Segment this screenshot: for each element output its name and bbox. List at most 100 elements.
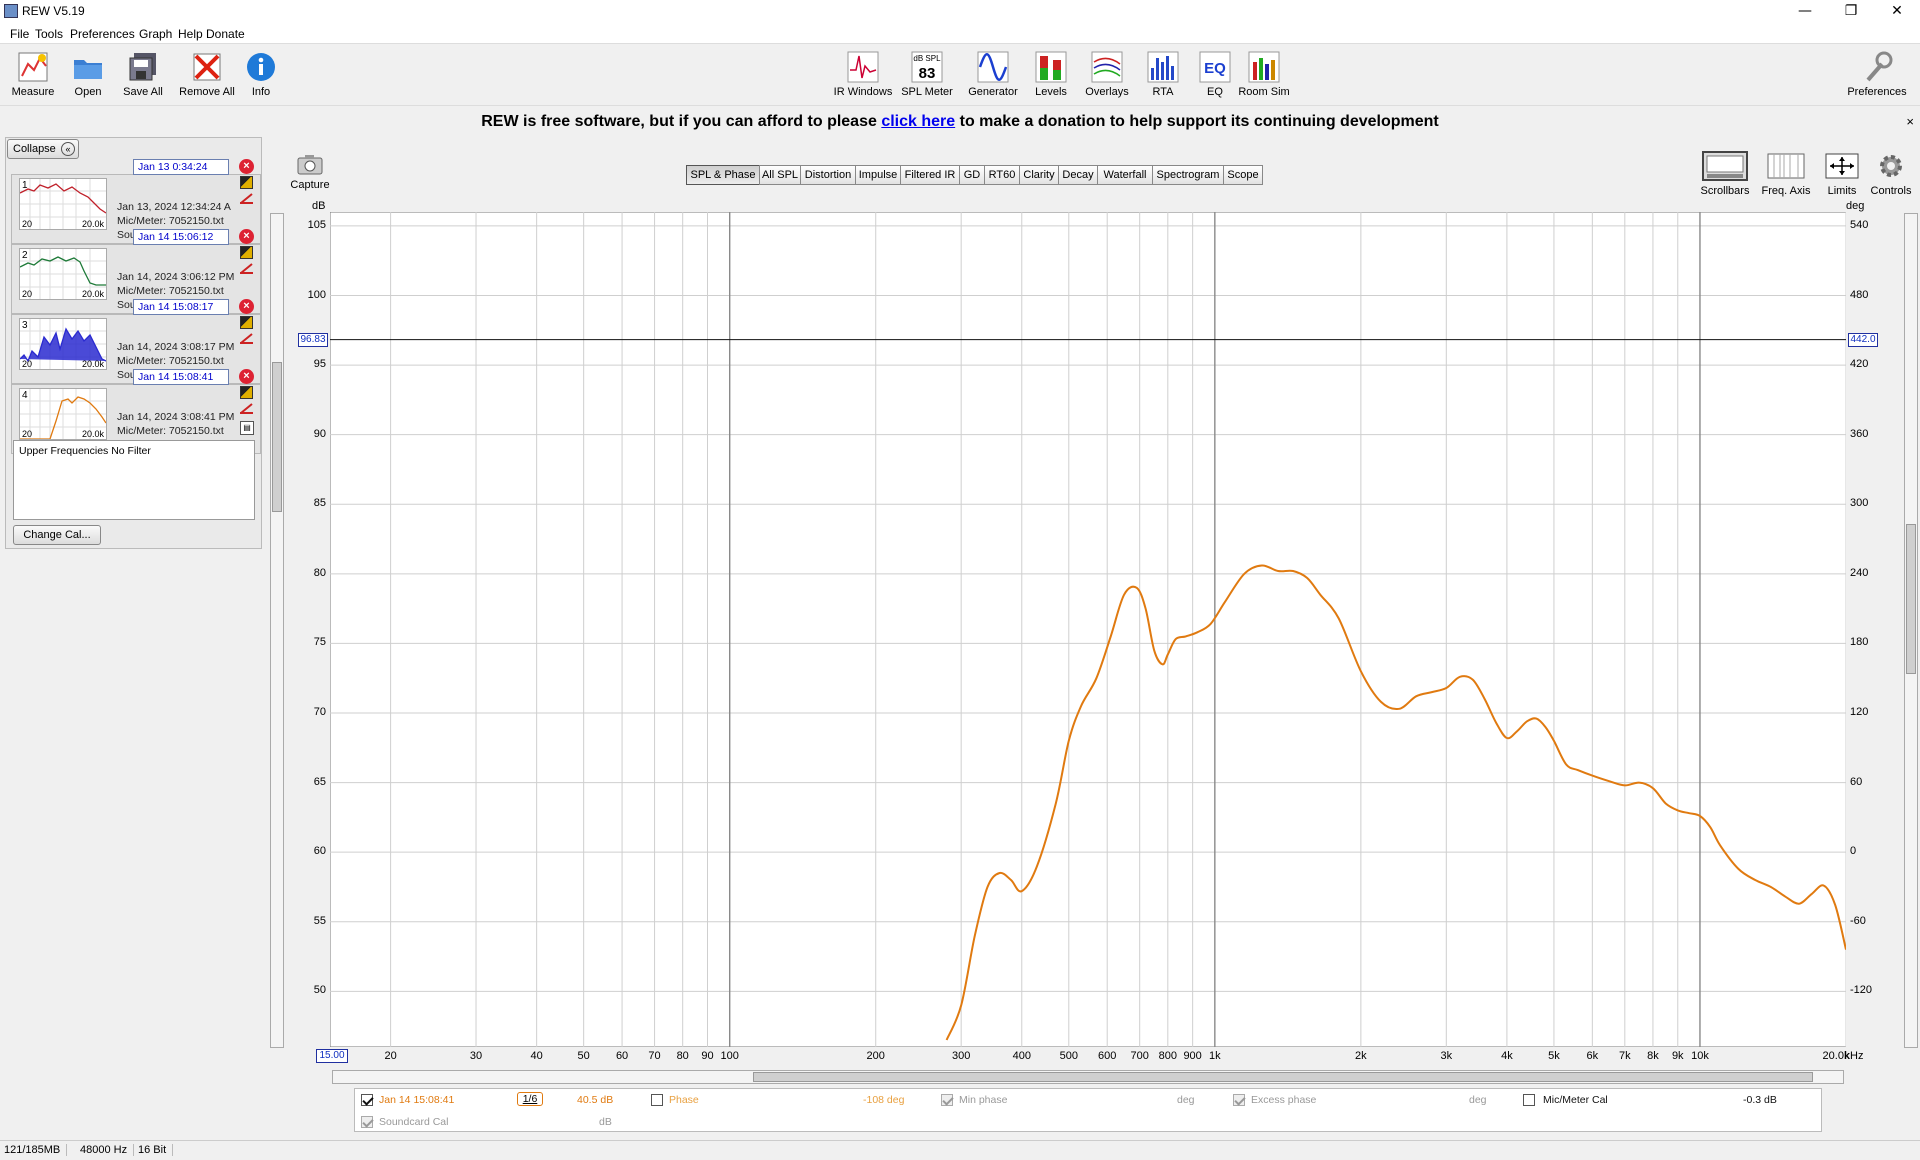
y-tick-label: 90: [313, 427, 326, 440]
y2-tick-label: 60: [1850, 775, 1863, 788]
tab-gd[interactable]: GD: [959, 165, 985, 185]
freq-axis-icon: [1767, 153, 1805, 179]
menu-graph[interactable]: Graph: [139, 27, 172, 41]
x-start-field[interactable]: 15.00: [316, 1049, 348, 1063]
rta-button[interactable]: RTA: [1146, 50, 1180, 98]
measurement-info-icon[interactable]: [240, 246, 253, 259]
right-scroll-thumb[interactable]: [1906, 524, 1916, 674]
measurement-info-icon[interactable]: [240, 316, 253, 329]
left-vertical-scrollbar[interactable]: [270, 213, 284, 1048]
measurement-name-field[interactable]: Jan 14 15:08:17: [133, 299, 229, 315]
measure-button[interactable]: Measure: [8, 50, 58, 98]
trace-visible-checkbox[interactable]: [361, 1094, 373, 1106]
tab-spl-phase[interactable]: SPL & Phase: [686, 165, 760, 185]
tab-scope[interactable]: Scope: [1223, 165, 1263, 185]
menu-preferences[interactable]: Preferences: [70, 27, 135, 41]
cursor-y2-readout: 442.0: [1848, 332, 1878, 347]
tab-waterfall[interactable]: Waterfall: [1097, 165, 1153, 185]
y-tick-label: 60: [313, 845, 326, 858]
eq-button[interactable]: EQ EQ: [1198, 50, 1232, 98]
left-scroll-thumb[interactable]: [272, 362, 282, 512]
measurement-name-field[interactable]: Jan 13 0:34:24: [133, 159, 229, 175]
room-sim-icon: [1247, 50, 1281, 84]
measurement-info-icon[interactable]: [240, 176, 253, 189]
collapse-button[interactable]: Collapse «: [7, 139, 79, 159]
notes-area[interactable]: Upper Frequencies No Filter: [13, 440, 255, 520]
tab-all-spl[interactable]: All SPL: [759, 165, 801, 185]
spl-graph[interactable]: [330, 212, 1846, 1047]
horizontal-scroll-thumb[interactable]: [753, 1072, 1813, 1082]
tab-impulse[interactable]: Impulse: [855, 165, 901, 185]
freq-axis-button[interactable]: Freq. Axis: [1758, 150, 1814, 197]
save-all-button[interactable]: Save All: [118, 50, 168, 98]
remove-measurement-icon[interactable]: ×: [239, 159, 254, 174]
soundcard-cal-checkbox[interactable]: [361, 1116, 373, 1128]
x-tick-label: 50: [577, 1050, 590, 1062]
tab-clarity[interactable]: Clarity: [1019, 165, 1059, 185]
right-vertical-scrollbar[interactable]: [1904, 213, 1918, 1048]
spl-meter-button[interactable]: dB SPL 83 SPL Meter: [900, 50, 954, 98]
banner-close-icon[interactable]: ×: [1906, 107, 1914, 137]
overlays-button[interactable]: Overlays: [1084, 50, 1130, 98]
excess-phase-checkbox[interactable]: [1233, 1094, 1245, 1106]
measurement-info-icon[interactable]: [240, 386, 253, 399]
menu-file[interactable]: File: [10, 27, 29, 41]
measurement-number: 1: [22, 180, 28, 191]
menu-help[interactable]: Help: [178, 27, 203, 41]
info-button[interactable]: Info: [244, 50, 278, 98]
x-tick-label: 200: [866, 1050, 885, 1062]
tab-spectrogram[interactable]: Spectrogram: [1152, 165, 1224, 185]
room-sim-button[interactable]: Room Sim: [1238, 50, 1290, 98]
measurement-cal-icon[interactable]: [240, 263, 253, 274]
measurement-cal-icon[interactable]: [240, 193, 253, 204]
phase-checkbox[interactable]: [651, 1094, 663, 1106]
overlays-icon: [1090, 50, 1124, 84]
measurement-cal-icon[interactable]: [240, 333, 253, 344]
menu-tools[interactable]: Tools: [35, 27, 63, 41]
tab-rt60[interactable]: RT60: [984, 165, 1020, 185]
capture-button[interactable]: Capture: [290, 152, 330, 191]
cursor-y-readout: 96.83: [298, 332, 328, 347]
generator-button[interactable]: Generator: [966, 50, 1020, 98]
mic-cal-checkbox[interactable]: [1523, 1094, 1535, 1106]
tab-filtered-ir[interactable]: Filtered IR: [900, 165, 960, 185]
horizontal-scrollbar[interactable]: [332, 1070, 1844, 1084]
open-button[interactable]: Open: [68, 50, 108, 98]
tab-distortion[interactable]: Distortion: [800, 165, 856, 185]
remove-measurement-icon[interactable]: ×: [239, 299, 254, 314]
measurement-name-field[interactable]: Jan 14 15:06:12: [133, 229, 229, 245]
app-icon: [4, 4, 18, 18]
svg-text:83: 83: [919, 65, 936, 82]
ir-windows-button[interactable]: IR Windows: [832, 50, 894, 98]
remove-all-button[interactable]: Remove All: [178, 50, 236, 98]
close-button[interactable]: ✕: [1874, 0, 1920, 22]
measurement-date: Jan 14, 2024 3:06:12 PM: [117, 271, 235, 283]
controls-button[interactable]: Controls: [1868, 150, 1914, 197]
collapse-icon: «: [61, 142, 75, 156]
smoothing-badge[interactable]: 1/6: [517, 1092, 543, 1106]
limits-button[interactable]: Limits: [1822, 150, 1862, 197]
thumb-axis-lo: 20: [22, 289, 33, 299]
remove-measurement-icon[interactable]: ×: [239, 369, 254, 384]
preferences-button[interactable]: Preferences: [1842, 50, 1912, 98]
measurement-name-field[interactable]: Jan 14 15:08:41: [133, 369, 229, 385]
minimize-button[interactable]: —: [1782, 0, 1828, 22]
tab-decay[interactable]: Decay: [1058, 165, 1098, 185]
measurement-date: Jan 13, 2024 12:34:24 A: [117, 201, 231, 213]
memory-icon[interactable]: ▤: [240, 421, 254, 435]
thumb-axis-lo: 20: [22, 219, 33, 229]
measurement-mic-cal: Mic/Meter: 7052150.txt: [117, 215, 224, 227]
remove-measurement-icon[interactable]: ×: [239, 229, 254, 244]
measurement-cal-icon[interactable]: [240, 403, 253, 414]
x-tick-label: 500: [1059, 1050, 1078, 1062]
restore-button[interactable]: ❐: [1828, 0, 1874, 22]
scrollbars-button[interactable]: Scrollbars: [1698, 150, 1752, 197]
donate-link[interactable]: click here: [881, 113, 955, 130]
x-tick-label: 40: [530, 1050, 543, 1062]
levels-button[interactable]: Levels: [1034, 50, 1068, 98]
menu-donate[interactable]: Donate: [206, 27, 245, 41]
y-tick-label: 80: [313, 566, 326, 579]
banner-text-pre: REW is free software, but if you can aff…: [481, 113, 877, 130]
min-phase-checkbox[interactable]: [941, 1094, 953, 1106]
change-cal-button[interactable]: Change Cal...: [13, 525, 101, 545]
